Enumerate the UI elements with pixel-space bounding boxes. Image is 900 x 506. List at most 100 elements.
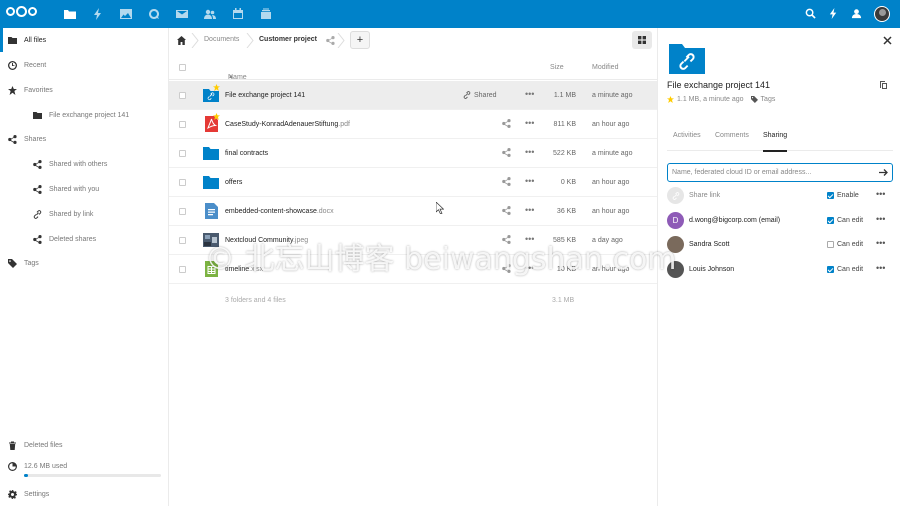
grid-view-toggle[interactable]: [632, 31, 652, 49]
file-name[interactable]: Nextcloud Community.jpeg: [225, 237, 308, 244]
arrow-right-icon[interactable]: [879, 168, 888, 177]
row-checkbox[interactable]: [179, 92, 186, 99]
permission-label[interactable]: Can edit: [837, 266, 863, 273]
files-icon[interactable]: [56, 0, 84, 28]
file-name[interactable]: offers: [225, 179, 242, 186]
table-row[interactable]: timeline.xlsx ••• 10 KB an hour ago: [169, 255, 657, 284]
file-basename: File exchange project 141: [225, 92, 306, 99]
file-modified: an hour ago: [592, 179, 630, 186]
sidebar-item-favorites[interactable]: Favorites: [0, 78, 169, 102]
breadcrumb-current[interactable]: Customer project: [259, 36, 317, 43]
search-icon[interactable]: [805, 8, 816, 21]
more-actions-icon[interactable]: •••: [525, 118, 534, 128]
share-icon[interactable]: [502, 235, 511, 244]
row-checkbox[interactable]: [179, 121, 186, 128]
sidebar-item-tags[interactable]: Tags: [0, 251, 169, 275]
mail-icon[interactable]: [168, 0, 196, 28]
row-checkbox[interactable]: [179, 179, 186, 186]
can-edit-checkbox[interactable]: [827, 217, 834, 224]
breadcrumb: Documents Customer project +: [169, 28, 657, 54]
file-summary: 3 folders and 4 files: [225, 297, 286, 304]
more-actions-icon[interactable]: •••: [525, 89, 534, 99]
table-row[interactable]: File exchange project 141 Shared ••• 1.1…: [169, 81, 657, 110]
sidebar-item-shared-with-you[interactable]: Shared with you: [0, 177, 169, 201]
column-size[interactable]: Size: [550, 64, 564, 71]
sidebar-item-shared-by-link[interactable]: Shared by link: [0, 202, 169, 226]
folder-icon: [33, 111, 42, 120]
share-row-link: Share link Enable •••: [667, 187, 893, 205]
row-checkbox[interactable]: [179, 150, 186, 157]
can-edit-checkbox[interactable]: [827, 266, 834, 273]
gallery-icon[interactable]: [112, 0, 140, 28]
notifications-icon[interactable]: [828, 7, 839, 21]
table-row[interactable]: embedded-content-showcase.docx ••• 36 KB…: [169, 197, 657, 226]
sidebar-item-recent[interactable]: Recent: [0, 53, 169, 77]
table-row[interactable]: CaseStudy-KonradAdenauerStiftung.pdf •••…: [169, 110, 657, 139]
tab-comments[interactable]: Comments: [715, 132, 749, 139]
nextcloud-logo[interactable]: [6, 6, 37, 17]
favorite-star-icon[interactable]: [667, 96, 674, 103]
table-row[interactable]: offers ••• 0 KB an hour ago: [169, 168, 657, 197]
file-name[interactable]: embedded-content-showcase.docx: [225, 208, 334, 215]
pie-chart-icon: [8, 461, 17, 471]
table-row[interactable]: final contracts ••• 522 KB a minute ago: [169, 139, 657, 168]
more-actions-icon[interactable]: •••: [876, 238, 885, 248]
talk-icon[interactable]: [140, 0, 168, 28]
copy-link-icon[interactable]: [879, 80, 888, 89]
file-name[interactable]: CaseStudy-KonradAdenauerStiftung.pdf: [225, 121, 350, 128]
enable-link-checkbox[interactable]: [827, 192, 834, 199]
share-icon[interactable]: [502, 177, 511, 186]
more-actions-icon[interactable]: •••: [525, 176, 534, 186]
permission-label[interactable]: Enable: [837, 192, 859, 199]
user-avatar[interactable]: [874, 6, 890, 22]
can-edit-checkbox[interactable]: [827, 241, 834, 248]
breadcrumb-documents[interactable]: Documents: [204, 36, 239, 43]
permission-label[interactable]: Can edit: [837, 241, 863, 248]
row-checkbox[interactable]: [179, 266, 186, 273]
share-icon[interactable]: [502, 119, 511, 128]
column-modified[interactable]: Modified: [592, 64, 618, 71]
shared-status[interactable]: Shared: [474, 92, 497, 99]
sidebar-item-shares[interactable]: Shares: [0, 127, 169, 151]
close-icon[interactable]: [883, 36, 892, 45]
deck-icon[interactable]: [252, 0, 280, 28]
more-actions-icon[interactable]: •••: [876, 214, 885, 224]
more-actions-icon[interactable]: •••: [876, 189, 885, 199]
activity-icon[interactable]: [84, 0, 112, 28]
file-name[interactable]: timeline.xlsx: [225, 266, 263, 273]
permission-label[interactable]: Can edit: [837, 217, 863, 224]
file-extension: .docx: [316, 208, 334, 215]
contacts-icon[interactable]: [196, 0, 224, 28]
header-right: [805, 0, 890, 28]
tab-sharing[interactable]: Sharing: [763, 132, 788, 152]
file-modified: a day ago: [592, 237, 623, 244]
file-size: 811 KB: [553, 121, 576, 128]
share-search-input[interactable]: Name, federated cloud ID or email addres…: [667, 163, 893, 182]
tags-link[interactable]: Tags: [761, 96, 776, 103]
share-icon[interactable]: [502, 264, 511, 273]
sidebar-item-settings[interactable]: Settings: [0, 482, 169, 506]
calendar-icon[interactable]: [224, 0, 252, 28]
tab-activities[interactable]: Activities: [673, 132, 701, 139]
contacts-menu-icon[interactable]: [851, 8, 862, 21]
sidebar-item-deleted-shares[interactable]: Deleted shares: [0, 227, 169, 251]
share-icon[interactable]: [502, 206, 511, 215]
more-actions-icon[interactable]: •••: [525, 263, 534, 273]
table-row[interactable]: Nextcloud Community.jpeg ••• 585 KB a da…: [169, 226, 657, 255]
sidebar-item-shared-with-others[interactable]: Shared with others: [0, 152, 169, 176]
row-checkbox[interactable]: [179, 208, 186, 215]
new-file-button[interactable]: +: [350, 31, 370, 49]
sidebar-item-favorite-folder[interactable]: File exchange project 141: [0, 103, 169, 127]
home-icon[interactable]: [177, 36, 186, 45]
more-actions-icon[interactable]: •••: [525, 205, 534, 215]
sidebar-item-all-files[interactable]: All files: [0, 28, 169, 52]
more-actions-icon[interactable]: •••: [525, 234, 534, 244]
share-icon[interactable]: [326, 36, 335, 45]
share-icon[interactable]: [502, 148, 511, 157]
select-all-checkbox[interactable]: [179, 64, 186, 71]
file-name[interactable]: File exchange project 141: [225, 92, 305, 99]
file-name[interactable]: final contracts: [225, 150, 268, 157]
more-actions-icon[interactable]: •••: [876, 263, 885, 273]
row-checkbox[interactable]: [179, 237, 186, 244]
more-actions-icon[interactable]: •••: [525, 147, 534, 157]
